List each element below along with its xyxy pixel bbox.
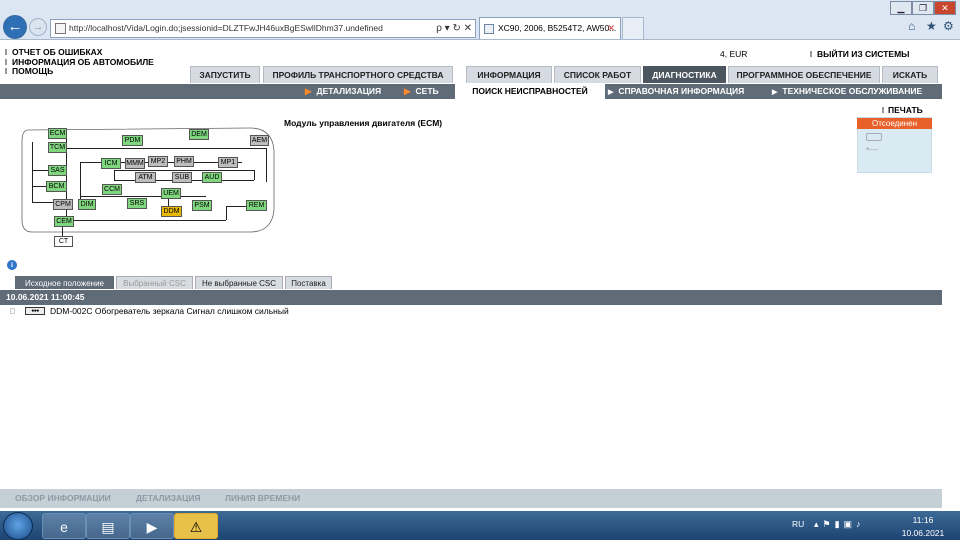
fault-indicator-icon: ●●● [25, 307, 45, 315]
module-srs[interactable]: SRS [127, 198, 147, 209]
module-bcm[interactable]: BCM [46, 181, 67, 192]
tab-search[interactable]: ИСКАТЬ [882, 66, 938, 83]
module-rem[interactable]: REM [246, 200, 267, 211]
sub-tabs: ▶ ДЕТАЛИЗАЦИЯ ▶ СЕТЬ ПОИСК НЕИСПРАВНОСТЕЙ … [0, 84, 942, 99]
warning-icon[interactable]: ⚠ [174, 513, 218, 539]
menu-help[interactable]: ПОМОЩЬ [5, 66, 154, 77]
module-ddm[interactable]: DDM [161, 206, 182, 217]
module-aem[interactable]: AEM [250, 135, 269, 146]
new-tab-button[interactable] [622, 17, 644, 39]
subtab-network[interactable]: ▶ СЕТЬ [404, 84, 439, 99]
print-link[interactable]: ПЕЧАТЬ [882, 105, 923, 115]
status-badge: Отсоединен [857, 118, 932, 129]
back-arrow-icon[interactable]: ← [3, 15, 27, 39]
module-tcm[interactable]: TCM [48, 142, 67, 153]
favorites-icon[interactable]: ★ [926, 19, 937, 33]
tab-job-list[interactable]: СПИСОК РАБОТ [554, 66, 641, 83]
module-aud[interactable]: AUD [202, 172, 222, 183]
window-minimize-button[interactable]: ▁ [890, 1, 912, 15]
subtab-fault-search[interactable]: ПОИСК НЕИСПРАВНОСТЕЙ [455, 84, 605, 99]
window-close-button[interactable]: ✕ [934, 1, 956, 15]
module-sub[interactable]: SUB [172, 172, 192, 183]
module-uem[interactable]: UEM [161, 188, 181, 199]
browser-tab[interactable]: XC90, 2006, B5254T2, AW50... ✕ [479, 17, 621, 39]
module-sas[interactable]: SAS [48, 165, 67, 176]
tab-info-overview[interactable]: ОБЗОР ИНФОРМАЦИИ [15, 489, 111, 508]
media-player-icon[interactable]: ▶ [130, 513, 174, 539]
subtab-details[interactable]: ▶ ДЕТАЛИЗАЦИЯ [305, 84, 381, 99]
tab-diagnostics[interactable]: ДИАГНОСТИКА [643, 66, 726, 83]
tab-favicon-icon [484, 24, 494, 34]
network-diagram: ECM TCM SAS BCM CPM DIM CEM CT PDM DEM A… [18, 122, 284, 260]
row-checkbox[interactable] [10, 308, 15, 314]
module-dem[interactable]: DEM [189, 129, 209, 140]
tab-initial-state[interactable]: Исходное положение [15, 276, 114, 289]
module-ct[interactable]: CT [54, 236, 73, 247]
module-cpm[interactable]: CPM [53, 199, 73, 210]
tab-selected-csc[interactable]: Выбранный CSC [116, 276, 193, 289]
tab-unselected-csc[interactable]: Не выбранные CSC [195, 276, 283, 289]
tab-software[interactable]: ПРОГРАММНОЕ ОБЕСПЕЧЕНИЕ [728, 66, 880, 83]
tab-delivery[interactable]: Поставка [285, 276, 332, 289]
tab-close-icon[interactable]: ✕ [607, 18, 615, 39]
module-psm[interactable]: PSM [192, 200, 212, 211]
address-controls[interactable]: ρ ▾ ↻ ✕ [436, 20, 472, 37]
module-mp2[interactable]: MP2 [148, 156, 168, 167]
account-info: 4, EUR [720, 49, 748, 59]
module-icm[interactable]: ICM [101, 158, 121, 169]
tab-vehicle-profile[interactable]: ПРОФИЛЬ ТРАНСПОРТНОГО СРЕДСТВА [263, 66, 453, 83]
module-mp1[interactable]: MP1 [218, 157, 238, 168]
address-url[interactable]: http://localhost/Vida/Login.do;jsessioni… [69, 20, 383, 37]
bottom-tabs: ОБЗОР ИНФОРМАЦИИ ДЕТАЛИЗАЦИЯ ЛИНИЯ ВРЕМЕ… [0, 489, 942, 508]
tools-icon[interactable]: ⚙ [943, 19, 954, 33]
tab-timeline[interactable]: ЛИНИЯ ВРЕМЕНИ [225, 489, 300, 508]
key-icon: •— [866, 144, 879, 154]
internet-explorer-icon[interactable]: e [42, 513, 86, 539]
module-phm[interactable]: PHM [174, 156, 194, 167]
fault-date-header: 10.06.2021 11:00:45 [0, 290, 942, 305]
folder-icon[interactable]: ▤ [86, 513, 130, 539]
clock-time[interactable]: 11:16 [898, 515, 948, 525]
tab-information[interactable]: ИНФОРМАЦИЯ [466, 66, 552, 83]
start-button[interactable] [3, 512, 33, 540]
module-pdm[interactable]: PDM [122, 135, 143, 146]
module-cem[interactable]: CEM [54, 216, 74, 227]
module-ecm[interactable]: ECM [48, 128, 67, 139]
window-maximize-button[interactable]: ❐ [912, 1, 934, 15]
tray-icons[interactable]: ▴⚑▮▣♪ [814, 519, 865, 530]
car-icon [866, 133, 882, 141]
forward-arrow-icon[interactable]: → [29, 18, 47, 36]
subtab-service[interactable]: ▶ ТЕХНИЧЕСКОЕ ОБСЛУЖИВАНИЕ [772, 84, 922, 99]
top-menu: ОТЧЕТ ОБ ОШИБКАХ ИНФОРМАЦИЯ ОБ АВТОМОБИЛ… [5, 47, 154, 77]
module-dim[interactable]: DIM [78, 199, 96, 210]
language-indicator[interactable]: RU [792, 519, 804, 529]
tab-start[interactable]: ЗАПУСТИТЬ [190, 66, 260, 83]
fault-row[interactable]: ●●● DDM-002C Обогреватель зеркала Сигнал… [0, 305, 942, 317]
address-bar[interactable]: http://localhost/Vida/Login.do;jsessioni… [50, 19, 476, 38]
logout-link[interactable]: ВЫЙТИ ИЗ СИСТЕМЫ [810, 49, 909, 59]
module-mmm[interactable]: MMM [125, 158, 145, 169]
tab-bottom-details[interactable]: ДЕТАЛИЗАЦИЯ [136, 489, 201, 508]
clock-date[interactable]: 10.06.2021 [898, 528, 948, 538]
browser-tab-title: XC90, 2006, B5254T2, AW50... [498, 23, 617, 33]
info-icon[interactable]: i [7, 260, 17, 270]
module-ccm[interactable]: CCM [102, 184, 122, 195]
module-title: Модуль управления двигателя (ECM) [284, 118, 443, 128]
page-icon [55, 23, 66, 34]
fault-code-text: DDM-002C Обогреватель зеркала Сигнал сли… [50, 306, 289, 316]
module-atm[interactable]: ATM [135, 172, 156, 183]
subtab-reference[interactable]: ▶ СПРАВОЧНАЯ ИНФОРМАЦИЯ [608, 84, 744, 99]
home-icon[interactable]: ⌂ [908, 19, 915, 33]
